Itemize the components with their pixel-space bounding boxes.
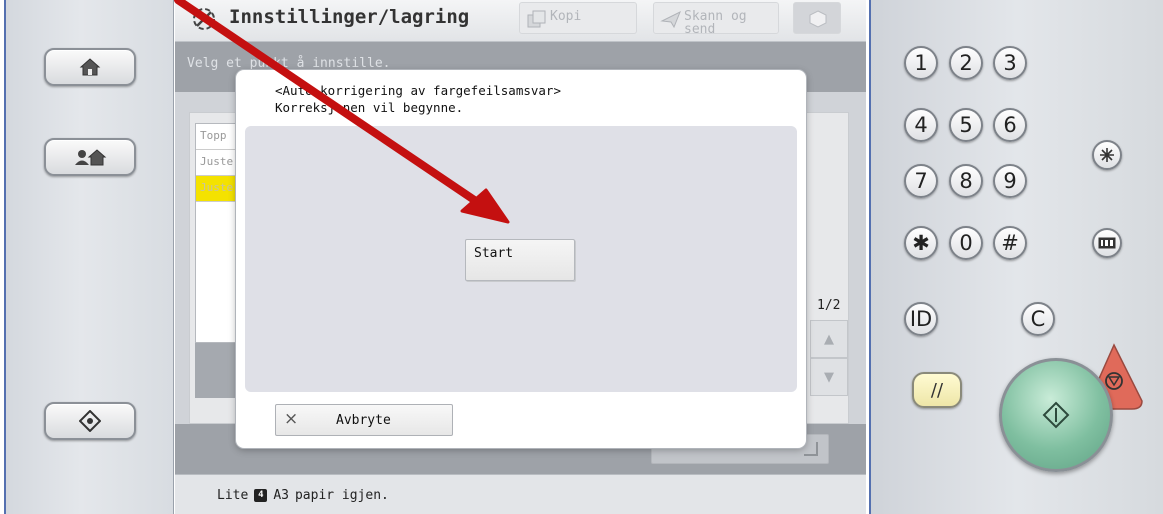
start-hardware-button[interactable] bbox=[999, 358, 1113, 472]
key-5[interactable]: 5 bbox=[949, 108, 983, 142]
user-home-icon bbox=[75, 149, 107, 166]
key-0[interactable]: 0 bbox=[949, 226, 983, 260]
ok-return-icon bbox=[804, 442, 818, 456]
status-bar: Lite 4 A3 papir igjen. bbox=[175, 474, 866, 514]
cube-icon bbox=[809, 10, 827, 28]
numeric-keys-button[interactable] bbox=[1092, 228, 1122, 258]
key-2[interactable]: 2 bbox=[949, 46, 983, 80]
status-monitor-button[interactable] bbox=[44, 138, 136, 176]
settings-diamond-icon bbox=[79, 410, 101, 432]
correction-dialog: <Auto korrigering av fargefeilsamsvar> K… bbox=[236, 70, 806, 448]
copy-icon bbox=[527, 10, 546, 28]
tab-kopi[interactable]: Kopi bbox=[519, 2, 637, 34]
paper-size: A3 bbox=[273, 488, 289, 503]
dialog-body: Start bbox=[245, 126, 797, 392]
key-7[interactable]: 7 bbox=[904, 164, 938, 198]
scroll-up-button[interactable]: ▲ bbox=[810, 320, 848, 358]
home-button[interactable] bbox=[44, 48, 136, 86]
close-icon: × bbox=[284, 409, 299, 429]
key-8[interactable]: 8 bbox=[949, 164, 983, 198]
list-item[interactable]: Juste bbox=[196, 150, 240, 176]
cancel-button-label: Avbryte bbox=[336, 413, 391, 428]
instruction-text: Velg et punkt å innstille. bbox=[187, 56, 391, 71]
copier-ui: Innstillinger/lagring Kopi Skann og send bbox=[0, 0, 1163, 514]
key-9[interactable]: 9 bbox=[993, 164, 1027, 198]
clear-c-button[interactable]: C bbox=[1021, 302, 1055, 336]
page-title: Innstillinger/lagring bbox=[229, 6, 470, 28]
settings-registration-button[interactable] bbox=[44, 402, 136, 440]
home-icon bbox=[79, 58, 101, 76]
key-hash[interactable]: # bbox=[993, 226, 1027, 260]
up-arrow-icon: ▲ bbox=[824, 331, 834, 347]
down-arrow-icon: ▼ bbox=[824, 369, 834, 385]
list-footer bbox=[195, 343, 239, 398]
settings-star-icon bbox=[1100, 148, 1114, 162]
start-button-label: Start bbox=[474, 246, 514, 261]
paper-drawer-icon: 4 bbox=[254, 489, 268, 502]
id-button[interactable]: ID bbox=[904, 302, 938, 336]
paper-status: Lite 4 A3 papir igjen. bbox=[217, 488, 389, 503]
dialog-message: <Auto korrigering av fargefeilsamsvar> K… bbox=[275, 82, 561, 116]
key-3[interactable]: 3 bbox=[993, 46, 1027, 80]
dialog-title: <Auto korrigering av fargefeilsamsvar> bbox=[275, 83, 561, 98]
tab-menu[interactable] bbox=[793, 2, 841, 34]
key-6[interactable]: 6 bbox=[993, 108, 1027, 142]
touchscreen: Innstillinger/lagring Kopi Skann og send bbox=[175, 0, 866, 514]
key-4[interactable]: 4 bbox=[904, 108, 938, 142]
tab-skann-label: Skann og send bbox=[684, 10, 747, 36]
settings-key[interactable] bbox=[1092, 140, 1122, 170]
scroll-down-button[interactable]: ▼ bbox=[810, 358, 848, 396]
paper-status-suffix: papir igjen. bbox=[294, 488, 389, 503]
settings-list: Topp Juste Juste bbox=[195, 123, 240, 343]
page-indicator: 1/2 bbox=[817, 298, 841, 313]
settings-wrench-icon bbox=[193, 8, 215, 30]
list-item[interactable]: Topp bbox=[196, 124, 240, 150]
dialog-subtitle: Korreksjonen vil begynne. bbox=[275, 100, 464, 115]
cancel-button[interactable]: × Avbryte bbox=[275, 404, 453, 436]
start-button[interactable]: Start bbox=[465, 239, 575, 281]
tab-skann-og-send[interactable]: Skann og send bbox=[653, 2, 779, 36]
start-diamond-icon bbox=[1042, 401, 1070, 429]
list-item-selected[interactable]: Juste bbox=[196, 176, 240, 202]
key-1[interactable]: 1 bbox=[904, 46, 938, 80]
key-star[interactable]: ✱ bbox=[904, 226, 938, 260]
scan-send-icon bbox=[660, 10, 681, 29]
reset-button[interactable]: // bbox=[912, 372, 962, 408]
title-bar: Innstillinger/lagring Kopi Skann og send bbox=[175, 0, 866, 42]
tab-skann-label-line2: send bbox=[684, 22, 716, 37]
paper-status-prefix: Lite bbox=[217, 488, 249, 503]
tab-kopi-label: Kopi bbox=[550, 9, 582, 24]
numeric-123-icon bbox=[1098, 237, 1116, 249]
keypad-panel: 1 2 3 4 5 6 7 8 9 ✱ 0 # ID C // bbox=[869, 0, 1163, 514]
left-hardware-panel bbox=[4, 0, 174, 514]
